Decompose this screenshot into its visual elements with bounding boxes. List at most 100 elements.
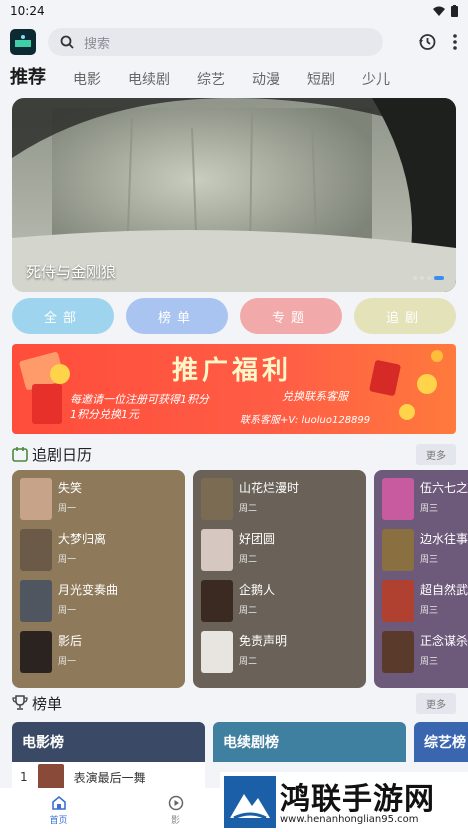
list-item[interactable]: 超自然武 周三	[382, 580, 468, 622]
poster	[37, 764, 64, 790]
show-title: 失笑	[58, 481, 83, 495]
calendar-card-wednesday[interactable]: 伍六七之 周三 边水往事 周三 超自然武 周三 正念谋杀 周三	[374, 470, 468, 688]
show-title: 超自然武	[420, 583, 468, 597]
search-input[interactable]: 搜索	[84, 33, 110, 52]
show-day: 周二	[239, 606, 258, 616]
list-item[interactable]: 月光变奏曲 周一	[20, 580, 177, 622]
ranking-card-series[interactable]: 电续剧榜	[213, 722, 406, 762]
show-title: 免责声明	[239, 634, 288, 648]
show-day: 周二	[239, 504, 258, 514]
rankings-header: 榜单 更多	[12, 692, 456, 714]
status-time: 10:24	[10, 4, 45, 18]
show-title: 影后	[58, 634, 83, 648]
list-item[interactable]: 边水往事 周三	[382, 529, 468, 571]
poster	[382, 478, 414, 520]
play-circle-icon	[168, 795, 183, 810]
tab-short-drama[interactable]: 短剧	[307, 69, 335, 92]
rank-number: 1	[20, 770, 28, 784]
show-day: 周二	[239, 657, 258, 667]
nav-movies[interactable]: 影	[117, 788, 234, 832]
list-item[interactable]: 免责声明 周二	[201, 631, 358, 673]
calendar-icon	[12, 447, 28, 462]
carousel-indicator	[413, 276, 444, 280]
poster	[20, 580, 52, 622]
show-title: 正念谋杀	[420, 634, 468, 648]
list-item[interactable]: 大梦归离 周一	[20, 529, 177, 571]
list-item[interactable]: 失笑 周一	[20, 478, 177, 520]
list-item[interactable]: 山花烂漫时 周二	[201, 478, 358, 520]
category-tabs: 推荐 电影 电续剧 综艺 动漫 短剧 少儿	[0, 62, 468, 92]
rankings-more-button[interactable]: 更多	[416, 692, 456, 714]
rank-title: 表演最后一舞	[73, 770, 146, 785]
tab-variety[interactable]: 综艺	[197, 69, 225, 92]
show-title: 伍六七之	[420, 481, 468, 495]
show-day: 周二	[239, 555, 258, 565]
search-icon	[60, 35, 74, 49]
poster	[382, 529, 414, 571]
nav-home-label: 首页	[49, 815, 68, 826]
show-day: 周三	[420, 606, 439, 616]
show-day: 周三	[420, 657, 439, 667]
list-item[interactable]: 企鹅人 周二	[201, 580, 358, 622]
ranking-cards: 电影榜 电续剧榜 综艺榜	[12, 722, 468, 762]
home-icon	[51, 795, 66, 810]
promo-right-1: 兑换联系客服	[282, 390, 348, 403]
search-bar[interactable]: 搜索	[48, 28, 383, 56]
nav-movies-label: 影	[170, 815, 180, 826]
list-item[interactable]: 好团圆 周二	[201, 529, 358, 571]
poster	[382, 631, 414, 673]
poster	[201, 580, 233, 622]
battery-icon	[451, 5, 458, 17]
trophy-icon	[12, 695, 28, 710]
status-icons	[433, 5, 458, 17]
pill-all[interactable]: 全部	[12, 298, 114, 334]
list-item[interactable]: 影后 周一	[20, 631, 177, 673]
poster	[382, 580, 414, 622]
promo-line-1: 每邀请一位注册可获得1积分	[70, 393, 209, 406]
show-day: 周一	[58, 606, 77, 616]
tab-kids[interactable]: 少儿	[362, 69, 390, 92]
show-title: 边水往事	[420, 532, 468, 546]
tab-movie[interactable]: 电影	[73, 69, 101, 92]
calendar-card-tuesday[interactable]: 山花烂漫时 周二 好团圆 周二 企鹅人 周二 免责声明 周二	[193, 470, 366, 688]
watermark-url: www.henanhonglian95.com	[280, 814, 419, 825]
status-bar: 10:24	[0, 0, 468, 22]
history-icon[interactable]	[418, 33, 436, 51]
show-title: 月光变奏曲	[58, 583, 119, 597]
show-title: 山花烂漫时	[239, 481, 300, 495]
app-logo[interactable]	[10, 29, 36, 55]
list-item[interactable]: 伍六七之 周三	[382, 478, 468, 520]
show-title: 好团圆	[239, 532, 276, 546]
ranking-card-variety[interactable]: 综艺榜	[414, 722, 468, 762]
pill-topics[interactable]: 专题	[240, 298, 342, 334]
calendar-header: 追剧日历 更多	[12, 443, 456, 465]
nav-home[interactable]: 首页	[0, 788, 117, 832]
show-day: 周一	[58, 504, 77, 514]
calendar-card-monday[interactable]: 失笑 周一 大梦归离 周一 月光变奏曲 周一 影后 周一	[12, 470, 185, 688]
watermark-title: 鸿联手游网	[280, 782, 435, 817]
tab-anime[interactable]: 动漫	[252, 69, 280, 92]
top-bar: 搜索	[0, 24, 468, 60]
promo-banner[interactable]: 推广福利 每邀请一位注册可获得1积分 1积分兑换1元 兑换联系客服 联系客服+V…	[12, 344, 456, 434]
tab-series[interactable]: 电续剧	[128, 69, 170, 92]
calendar-title: 追剧日历	[32, 445, 93, 464]
poster	[20, 631, 52, 673]
ranking-card-movies[interactable]: 电影榜	[12, 722, 205, 762]
poster	[201, 478, 233, 520]
list-item[interactable]: 正念谋杀 周三	[382, 631, 468, 673]
show-day: 周三	[420, 555, 439, 565]
quick-nav: 全部 榜单 专题 追剧	[12, 298, 456, 334]
pill-follow[interactable]: 追剧	[354, 298, 456, 334]
tab-recommend[interactable]: 推荐	[10, 63, 46, 92]
promo-line-2: 1积分兑换1元	[70, 408, 139, 421]
poster	[201, 631, 233, 673]
pill-rankings[interactable]: 榜单	[126, 298, 228, 334]
wifi-icon	[433, 6, 445, 16]
rankings-title: 榜单	[32, 694, 63, 713]
show-title: 大梦归离	[58, 532, 107, 546]
hero-banner[interactable]: 死侍与金刚狼	[12, 98, 456, 292]
poster	[201, 529, 233, 571]
calendar-more-button[interactable]: 更多	[416, 443, 456, 465]
poster	[20, 529, 52, 571]
more-vert-icon[interactable]	[452, 33, 458, 51]
